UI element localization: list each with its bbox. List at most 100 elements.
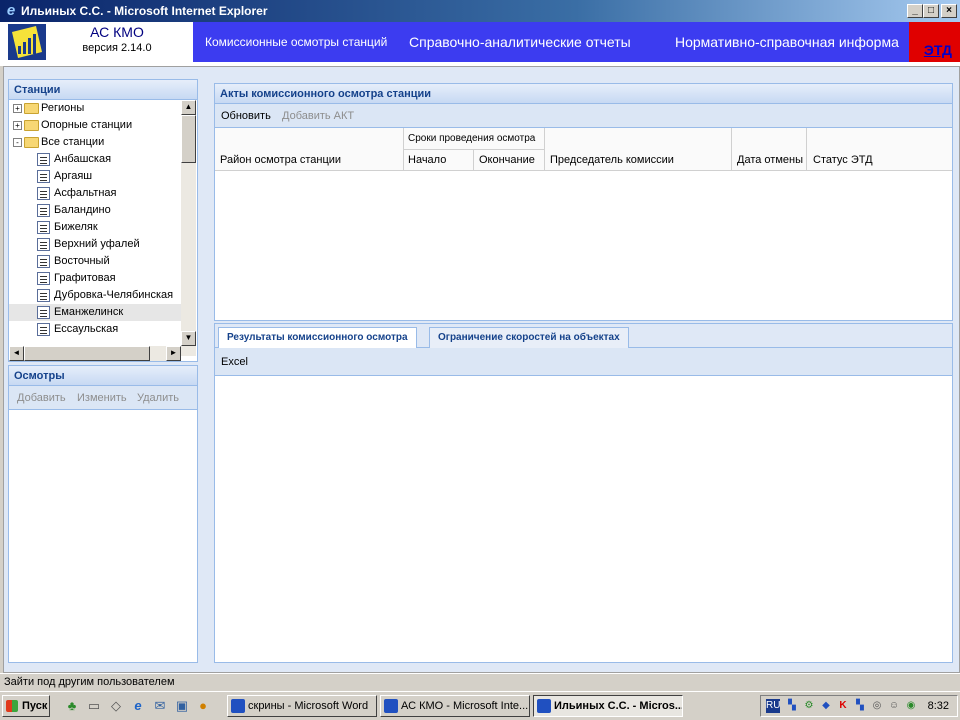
nav-commission-inspections[interactable]: Комиссионные осмотры станций (205, 22, 387, 62)
tree-node[interactable]: + Регионы (9, 100, 181, 117)
language-indicator[interactable]: RU (766, 699, 780, 713)
task-ie-akmo[interactable]: АС КМО - Microsoft Inte... (380, 695, 530, 717)
tray-shield-icon[interactable]: ◆ (819, 699, 833, 713)
inspections-toolbar: Добавить Изменить Удалить (9, 386, 197, 410)
nav-analytical-reports[interactable]: Справочно-аналитические отчеты (409, 22, 631, 62)
scroll-up-button[interactable]: ▲ (181, 100, 196, 115)
tree-node-label: Баландино (54, 204, 111, 216)
task-ie-active[interactable]: Ильиных С.С. - Micros... (533, 695, 683, 717)
folder-icon (24, 137, 39, 148)
expand-toggle-icon[interactable]: + (13, 104, 22, 113)
tree-node[interactable]: Аргаяш (9, 168, 181, 185)
tree-node[interactable]: Асфальтная (9, 185, 181, 202)
add-inspection-button[interactable]: Добавить (17, 392, 66, 404)
col-etd-status-label: Статус ЭТД (813, 154, 873, 166)
nav-reference-info[interactable]: Нормативно-справочная информа (675, 22, 899, 62)
etd-link-block[interactable]: ЭТД (909, 22, 960, 62)
tree-node-label: Регионы (41, 102, 85, 114)
tree-vertical-scrollbar[interactable]: ▲ ▼ (181, 100, 196, 356)
acts-panel: Акты комиссионного осмотра станции Обнов… (214, 83, 953, 321)
scroll-thumb[interactable] (181, 115, 196, 163)
tree-node[interactable]: Бижеляк (9, 219, 181, 236)
tray-monitor-icon[interactable]: ◉ (904, 699, 918, 713)
desktop-icon[interactable]: ▣ (174, 698, 190, 714)
edit-inspection-button[interactable]: Изменить (77, 392, 127, 404)
station-icon (37, 255, 50, 268)
col-start[interactable]: Начало (404, 150, 474, 171)
tree-node-label: Опорные станции (41, 119, 133, 131)
tray-user-icon[interactable]: ☺ (887, 699, 901, 713)
task-word[interactable]: скрины - Microsoft Word (227, 695, 377, 717)
task-ie-akmo-label: АС КМО - Microsoft Inte... (401, 700, 529, 712)
ie-task-icon (384, 699, 398, 713)
minimize-button[interactable]: _ (907, 4, 923, 18)
tree-node[interactable]: Восточный (9, 253, 181, 270)
expand-toggle-icon[interactable]: - (13, 138, 22, 147)
tray-network-icon[interactable]: ⚙ (802, 699, 816, 713)
refresh-button[interactable]: Обновить (221, 110, 271, 122)
col-group-dates: Сроки проведения осмотра (404, 128, 545, 150)
ie-status-bar: Зайти под другим пользователем (0, 673, 960, 691)
system-tray: RU ▚ ⚙ ◆ K ▚ ◎ ☺ ◉ 8:32 (760, 695, 958, 717)
tree-node[interactable]: Еманжелинск (9, 304, 181, 321)
task-ie-active-label: Ильиных С.С. - Micros... (554, 700, 683, 712)
tree-node[interactable]: Дубровка-Челябинская (9, 287, 181, 304)
add-act-button[interactable]: Добавить АКТ (282, 110, 354, 122)
stations-tree[interactable]: + Регионы + Опорные станции - Все станции Анба… (9, 100, 181, 346)
scroll-down-button[interactable]: ▼ (181, 331, 196, 346)
network-icon[interactable]: ◇ (108, 698, 124, 714)
etd-link[interactable]: ЭТД (924, 42, 952, 58)
app-version: версия 2.14.0 (82, 42, 152, 54)
col-group-dates-label: Сроки проведения осмотра (408, 133, 536, 144)
tree-node[interactable]: - Все станции (9, 134, 181, 151)
tray-agent-icon[interactable]: ▚ (853, 699, 867, 713)
tab-speed-limits[interactable]: Ограничение скоростей на объектах (429, 327, 629, 348)
window-title: Ильиных С.С. - Microsoft Internet Explor… (21, 4, 268, 18)
drive-icon[interactable]: ▭ (86, 698, 102, 714)
scroll-right-button[interactable]: ► (166, 346, 181, 361)
tray-antivirus-icon[interactable]: K (836, 699, 850, 713)
tree-node[interactable]: + Опорные станции (9, 117, 181, 134)
start-button[interactable]: Пуск (2, 695, 50, 717)
expand-toggle-icon[interactable]: + (13, 121, 22, 130)
col-cancel-date[interactable]: Дата отмены (732, 128, 807, 171)
window-titlebar[interactable]: e Ильиных С.С. - Microsoft Internet Expl… (0, 0, 960, 22)
scroll-left-button[interactable]: ◄ (9, 346, 24, 361)
maximize-button[interactable]: □ (923, 4, 939, 18)
media-icon[interactable]: ● (195, 698, 211, 714)
tree-node[interactable]: Баландино (9, 202, 181, 219)
app-name: АС КМО (90, 24, 144, 40)
col-district[interactable]: Район осмотра станции (215, 128, 404, 171)
tray-app-icon[interactable]: ▚ (785, 699, 799, 713)
tree-node[interactable]: Графитовая (9, 270, 181, 287)
col-etd-status[interactable]: Статус ЭТД (807, 128, 952, 171)
col-chairman[interactable]: Председатель комиссии (545, 128, 732, 171)
results-tabstrip: Результаты комиссионного осмотра Огранич… (215, 324, 952, 349)
station-icon (37, 272, 50, 285)
ie-quicklaunch-icon[interactable]: e (130, 698, 146, 714)
delete-inspection-button[interactable]: Удалить (137, 392, 179, 404)
tree-node[interactable]: Анбашская (9, 151, 181, 168)
col-end[interactable]: Окончание (474, 150, 545, 171)
outlook-icon[interactable]: ✉ (152, 698, 168, 714)
tree-node-label: Анбашская (54, 153, 112, 165)
close-button[interactable]: × (941, 4, 957, 18)
tree-horizontal-scrollbar[interactable]: ◄ ► (9, 346, 181, 361)
tab-inspection-results[interactable]: Результаты комиссионного осмотра (218, 327, 417, 349)
hscroll-thumb[interactable] (24, 346, 150, 361)
status-text[interactable]: Зайти под другим пользователем (4, 676, 175, 688)
folder-icon (24, 103, 39, 114)
station-icon (37, 187, 50, 200)
acts-panel-title: Акты комиссионного осмотра станции (215, 84, 952, 104)
tree-node[interactable]: Верхний уфалей (9, 236, 181, 253)
station-icon (37, 221, 50, 234)
excel-export-button[interactable]: Excel (221, 356, 248, 368)
tree-node[interactable]: Ессаульская (9, 321, 181, 338)
acts-grid-header: Район осмотра станции Сроки проведения о… (215, 128, 952, 171)
acts-toolbar: Обновить Добавить АКТ (215, 104, 952, 128)
tree-node-label: Еманжелинск (54, 306, 124, 318)
tree-node-label: Бижеляк (54, 221, 98, 233)
tray-disc-icon[interactable]: ◎ (870, 699, 884, 713)
tree-node-label: Все станции (41, 136, 105, 148)
tree-icon[interactable]: ♣ (64, 698, 80, 714)
